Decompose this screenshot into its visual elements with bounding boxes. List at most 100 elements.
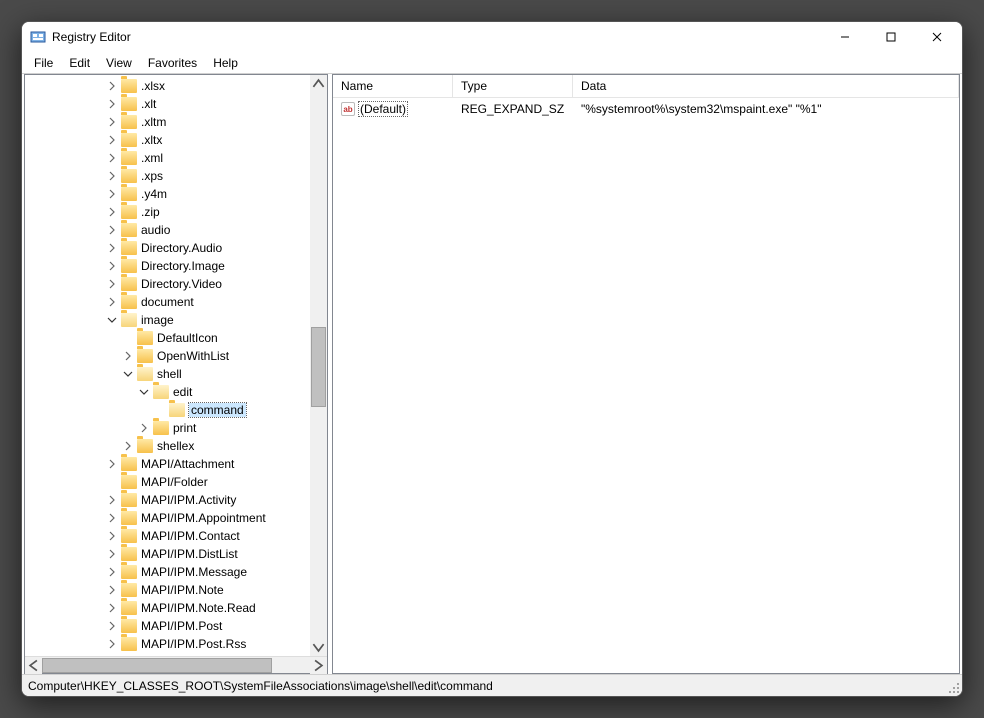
list-header[interactable]: Name Type Data: [333, 75, 959, 98]
tree-item[interactable]: Directory.Video: [25, 275, 327, 293]
tree-item[interactable]: MAPI/IPM.Note.Read: [25, 599, 327, 617]
chevron-right-icon[interactable]: [105, 259, 119, 273]
tree-item[interactable]: audio: [25, 221, 327, 239]
chevron-right-icon[interactable]: [105, 241, 119, 255]
chevron-right-icon[interactable]: [105, 169, 119, 183]
tree-item-label: .y4m: [141, 187, 167, 201]
chevron-right-icon[interactable]: [105, 583, 119, 597]
tree-item[interactable]: MAPI/IPM.Contact: [25, 527, 327, 545]
tree-item[interactable]: .zip: [25, 203, 327, 221]
tree-vertical-scrollbar[interactable]: [310, 75, 327, 656]
chevron-right-icon[interactable]: [105, 151, 119, 165]
col-type[interactable]: Type: [453, 75, 573, 97]
chevron-right-icon[interactable]: [105, 493, 119, 507]
menu-help[interactable]: Help: [205, 54, 246, 72]
tree-item-label: MAPI/Attachment: [141, 457, 234, 471]
tree-item-label: document: [141, 295, 194, 309]
folder-icon: [121, 115, 137, 129]
chevron-right-icon[interactable]: [121, 439, 135, 453]
tree-item[interactable]: OpenWithList: [25, 347, 327, 365]
tree-item[interactable]: Directory.Audio: [25, 239, 327, 257]
tree-item[interactable]: edit: [25, 383, 327, 401]
chevron-right-icon[interactable]: [105, 637, 119, 651]
tree-item[interactable]: command: [25, 401, 327, 419]
chevron-right-icon[interactable]: [105, 277, 119, 291]
close-button[interactable]: [914, 22, 960, 52]
tree-view[interactable]: .xlsx.xlt.xltm.xltx.xml.xps .y4m .zipaudio…: [25, 75, 327, 656]
statusbar: Computer\HKEY_CLASSES_ROOT\SystemFileAss…: [22, 674, 962, 696]
tree-item[interactable]: DefaultIcon: [25, 329, 327, 347]
chevron-right-icon[interactable]: [137, 421, 151, 435]
menu-edit[interactable]: Edit: [61, 54, 98, 72]
window-title: Registry Editor: [52, 30, 822, 44]
hscroll-thumb[interactable]: [42, 658, 272, 673]
chevron-right-icon[interactable]: [105, 79, 119, 93]
tree-item[interactable]: MAPI/IPM.DistList: [25, 545, 327, 563]
chevron-right-icon[interactable]: [105, 601, 119, 615]
tree-item[interactable]: print: [25, 419, 327, 437]
tree-item[interactable]: MAPI/Folder: [25, 473, 327, 491]
col-data[interactable]: Data: [573, 75, 959, 97]
expand-placeholder: [153, 403, 167, 417]
menu-file[interactable]: File: [26, 54, 61, 72]
chevron-right-icon[interactable]: [105, 223, 119, 237]
tree-item[interactable]: document: [25, 293, 327, 311]
tree-item-label: MAPI/IPM.Message: [141, 565, 247, 579]
client-area: .xlsx.xlt.xltm.xltx.xml.xps .y4m .zipaudio…: [22, 74, 962, 674]
chevron-right-icon[interactable]: [105, 97, 119, 111]
list-view[interactable]: ab(Default)REG_EXPAND_SZ"%systemroot%\sy…: [333, 98, 959, 673]
tree-item-label: edit: [173, 385, 192, 399]
maximize-button[interactable]: [868, 22, 914, 52]
scroll-up-button[interactable]: [310, 75, 327, 92]
tree-horizontal-scrollbar[interactable]: [25, 656, 327, 673]
chevron-right-icon[interactable]: [105, 529, 119, 543]
chevron-right-icon[interactable]: [105, 457, 119, 471]
tree-item[interactable]: MAPI/IPM.Post: [25, 617, 327, 635]
chevron-right-icon[interactable]: [105, 187, 119, 201]
chevron-down-icon[interactable]: [105, 313, 119, 327]
tree-item[interactable]: .xml: [25, 149, 327, 167]
tree-item[interactable]: MAPI/IPM.Appointment: [25, 509, 327, 527]
scroll-thumb[interactable]: [311, 327, 326, 407]
tree-item[interactable]: MAPI/Attachment: [25, 455, 327, 473]
tree-item[interactable]: MAPI/IPM.Message: [25, 563, 327, 581]
tree-item[interactable]: .y4m: [25, 185, 327, 203]
tree-item[interactable]: .xps: [25, 167, 327, 185]
chevron-right-icon[interactable]: [105, 295, 119, 309]
tree-item[interactable]: .xlt: [25, 95, 327, 113]
chevron-right-icon[interactable]: [105, 619, 119, 633]
chevron-right-icon[interactable]: [105, 511, 119, 525]
tree-item[interactable]: Directory.Image: [25, 257, 327, 275]
folder-icon: [121, 637, 137, 651]
menu-view[interactable]: View: [98, 54, 140, 72]
menu-favorites[interactable]: Favorites: [140, 54, 205, 72]
tree-item[interactable]: MAPI/IPM.Activity: [25, 491, 327, 509]
tree-item[interactable]: shell: [25, 365, 327, 383]
chevron-right-icon[interactable]: [105, 115, 119, 129]
tree-item[interactable]: MAPI/IPM.Post.Rss: [25, 635, 327, 653]
registry-editor-window: Registry Editor File Edit View Favorites…: [21, 21, 963, 697]
minimize-button[interactable]: [822, 22, 868, 52]
folder-icon: [121, 601, 137, 615]
tree-item[interactable]: shellex: [25, 437, 327, 455]
list-row[interactable]: ab(Default)REG_EXPAND_SZ"%systemroot%\sy…: [333, 100, 959, 118]
chevron-right-icon[interactable]: [105, 547, 119, 561]
tree-item[interactable]: image: [25, 311, 327, 329]
chevron-right-icon[interactable]: [105, 205, 119, 219]
scroll-down-button[interactable]: [310, 639, 327, 656]
chevron-right-icon[interactable]: [105, 565, 119, 579]
resize-grip-icon[interactable]: [948, 682, 960, 694]
folder-icon: [121, 79, 137, 93]
tree-item[interactable]: .xltm: [25, 113, 327, 131]
scroll-left-button[interactable]: [25, 657, 42, 674]
chevron-down-icon[interactable]: [121, 367, 135, 381]
tree-item[interactable]: .xlsx: [25, 77, 327, 95]
scroll-right-button[interactable]: [310, 657, 327, 674]
chevron-right-icon[interactable]: [105, 133, 119, 147]
col-name[interactable]: Name: [333, 75, 453, 97]
chevron-right-icon[interactable]: [121, 349, 135, 363]
titlebar[interactable]: Registry Editor: [22, 22, 962, 52]
chevron-down-icon[interactable]: [137, 385, 151, 399]
tree-item[interactable]: MAPI/IPM.Note: [25, 581, 327, 599]
tree-item[interactable]: .xltx: [25, 131, 327, 149]
